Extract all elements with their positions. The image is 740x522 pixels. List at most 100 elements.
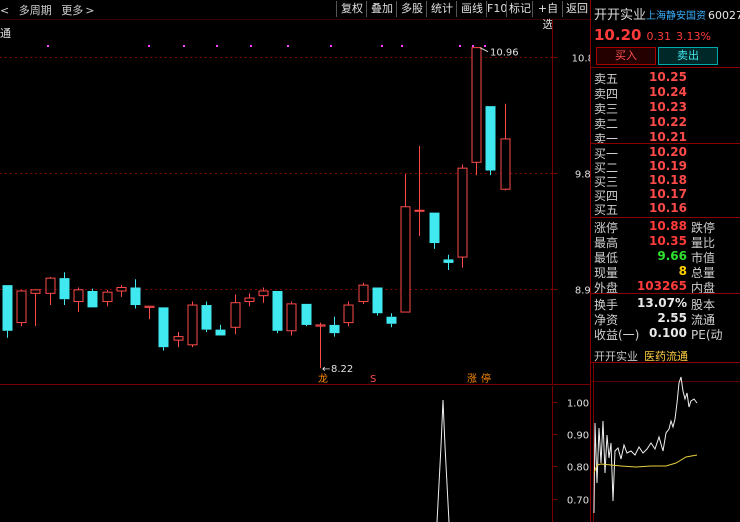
ask-row: 卖五 10.25 [591, 70, 740, 86]
candle-body [59, 278, 70, 300]
row-value: 10.16 [649, 201, 687, 215]
row-value: 10.18 [649, 173, 687, 187]
price-axis-label: 9.89 [575, 170, 590, 181]
row-value: 10.19 [649, 159, 687, 173]
price-axis-label: 10.88 [572, 54, 590, 65]
f10-button[interactable]: F10 [486, 1, 507, 17]
current-price: 10.20 [594, 26, 642, 44]
row-value: 10.25 [649, 70, 687, 84]
multi-stock-button[interactable]: 多股 [396, 1, 427, 17]
candle-body [215, 329, 226, 336]
quote-panel: 开开实业上海静安国资600272 10.20 0.31 3.13% 买入 卖出 卖五… [590, 0, 740, 522]
candle-body [73, 289, 84, 303]
signal-dot [148, 45, 150, 47]
chart-toolbar: < 多周期 更多 > 复权 叠加 多股 统计 画线 F10 标记 +自选 返回 [0, 0, 591, 31]
signal-marker: 龙 [318, 372, 328, 385]
candle [187, 301, 198, 348]
candle [429, 212, 440, 249]
candle [457, 164, 468, 268]
bid-row: 买四 10.17 [591, 187, 740, 203]
sub-axis-label: 1.00 [567, 399, 589, 410]
signal-marker: 停 [481, 372, 491, 385]
bid-row: 买二 10.19 [591, 159, 740, 175]
candle [73, 287, 84, 313]
return-button[interactable]: 返回 [562, 1, 591, 17]
intraday-mini-chart [591, 363, 740, 522]
candle-body [30, 289, 41, 294]
ask-row: 卖二 10.22 [591, 115, 740, 131]
candle-body [158, 307, 169, 348]
row-value: 2.55 [657, 311, 687, 325]
candle-body [457, 167, 468, 258]
candle [343, 301, 354, 327]
mark-button[interactable]: 标记 [506, 1, 533, 17]
candle-body [258, 290, 269, 297]
candle [215, 324, 226, 336]
candle-body [400, 206, 411, 313]
candle [315, 322, 326, 369]
buy-button[interactable]: 买入 [596, 47, 656, 65]
candle [201, 301, 212, 332]
candle [301, 303, 312, 327]
indicator-panel[interactable]: 1.00 0.90 0.80 0.70 [0, 386, 590, 522]
candle [2, 285, 13, 338]
candlestick-chart: 10.889.898.90通10.96←8.22龙S涨停 [0, 20, 600, 385]
candle [272, 291, 283, 334]
bid-row: 买三 10.18 [591, 173, 740, 189]
statistics-button[interactable]: 统计 [426, 1, 457, 17]
candle [230, 294, 241, 335]
stat-row: 涨停 10.88 跌停 [591, 219, 740, 235]
stat-row: 收益(一) 0.100 PE(动 [591, 326, 740, 342]
candle [173, 331, 184, 348]
row-value: 10.22 [649, 115, 687, 129]
candle-body [443, 259, 454, 263]
candle [144, 305, 155, 320]
signal-marker: S [370, 374, 376, 385]
sell-button[interactable]: 卖出 [658, 47, 718, 65]
candle [16, 289, 27, 327]
candlestick-panel[interactable]: 10.889.898.90通10.96←8.22龙S涨停 [0, 20, 600, 385]
stat-row: 外盘 103265 内盘 [591, 279, 740, 295]
restore-rights-button[interactable]: 复权 [336, 1, 367, 17]
mini-price-line [593, 376, 698, 514]
indicator-spike-line [436, 399, 450, 522]
row-label-secondary: PE(动 [691, 328, 723, 342]
candle-body [414, 209, 425, 212]
candle-body [102, 291, 113, 303]
candle [400, 174, 411, 313]
back-arrow-icon[interactable]: < [0, 4, 9, 17]
candle-body [329, 324, 340, 334]
sub-axis-label: 0.90 [567, 431, 589, 442]
candle-body [386, 316, 397, 324]
stock-header: 开开实业上海静安国资600272 [594, 4, 740, 23]
more-menu[interactable]: 更多 > [61, 4, 100, 17]
candle [329, 316, 340, 337]
ask-row: 卖四 10.24 [591, 85, 740, 101]
overlay-button[interactable]: 叠加 [366, 1, 397, 17]
candle-body [471, 47, 482, 163]
candle [286, 301, 297, 336]
candle-body [358, 284, 369, 303]
indicator-chart: 1.00 0.90 0.80 0.70 [436, 386, 589, 522]
add-watchlist-button[interactable]: +自选 [532, 1, 563, 31]
candle-body [500, 138, 511, 190]
candle-body [87, 291, 98, 308]
signal-dot [47, 45, 49, 47]
candle [485, 106, 496, 176]
signal-dot [216, 45, 218, 47]
price-axis-label: 8.90 [575, 286, 590, 297]
stock-chart-window: < 多周期 更多 > 复权 叠加 多股 统计 画线 F10 标记 +自选 返回 1… [0, 0, 740, 522]
candle [443, 254, 454, 270]
candle-body [230, 302, 241, 328]
chevron-right-icon: > [85, 4, 95, 17]
period-selector[interactable]: 多周期 [19, 4, 52, 17]
draw-line-button[interactable]: 画线 [456, 1, 487, 17]
signal-dot [287, 45, 289, 47]
candle [500, 103, 511, 191]
stock-name: 开开实业 [594, 8, 647, 23]
sub-axis-label: 0.70 [567, 496, 589, 507]
candle-body [429, 212, 440, 244]
more-label: 更多 [61, 4, 84, 17]
row-value: 103265 [636, 279, 687, 293]
candle [102, 289, 113, 307]
